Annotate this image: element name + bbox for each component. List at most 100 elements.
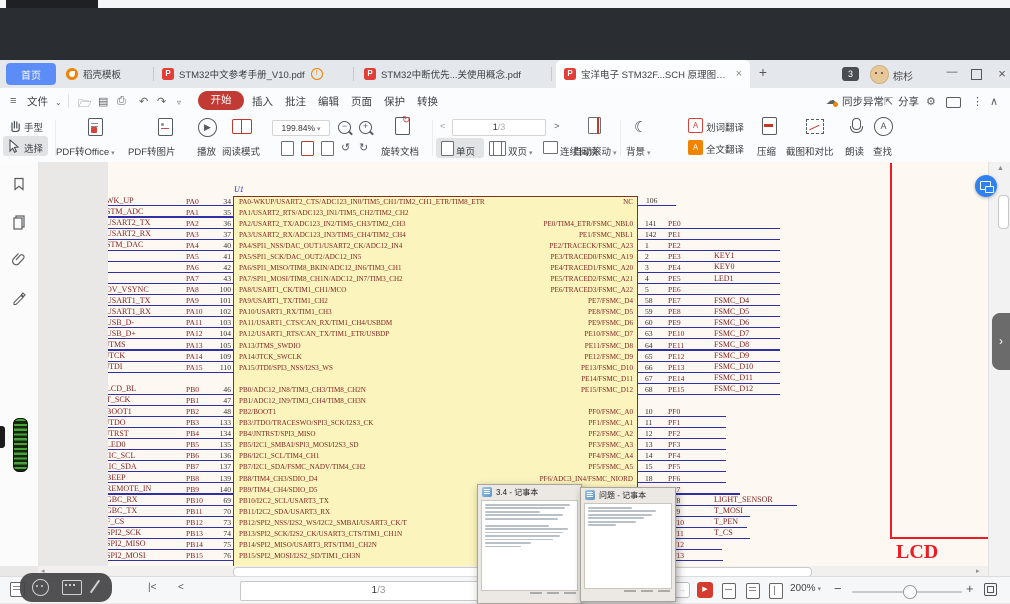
scroll-right-icon[interactable]: ▸ — [976, 567, 980, 575]
side-panel-flyout[interactable]: › — [992, 313, 1010, 370]
screenshot-compare-button[interactable]: 截图和对比 — [786, 144, 834, 158]
find-button[interactable]: 查找 — [873, 144, 892, 158]
compress-button[interactable]: 压缩 — [757, 144, 776, 158]
menu-start[interactable]: 开始 — [198, 91, 244, 110]
play-button[interactable]: ▶ — [697, 582, 713, 598]
pdf-to-image-icon[interactable] — [158, 118, 173, 136]
cloud-sync-icon[interactable]: ☁ — [826, 94, 837, 107]
open-folder-icon[interactable]: 🗁 — [78, 95, 92, 114]
notepad-window[interactable]: 问题 - 记事本 — [580, 487, 676, 602]
fullscreen-icon[interactable] — [984, 583, 997, 596]
scroll-up-icon[interactable]: ▲ — [997, 165, 1004, 172]
menu-item-4[interactable]: 保护 — [384, 94, 405, 109]
chevron-down-icon[interactable]: ⌄ — [55, 98, 62, 107]
zoom-in-icon[interactable]: + — [359, 121, 372, 134]
floating-green-widget[interactable] — [13, 418, 28, 472]
sync-status[interactable]: 同步异常 — [842, 94, 884, 109]
menu-file[interactable]: 文件 — [27, 94, 48, 109]
fit-page-icon[interactable] — [281, 141, 294, 156]
bookmark-icon[interactable] — [11, 176, 27, 192]
pdf-to-office-button[interactable]: PDF转Office ▾ — [56, 144, 115, 158]
undo-icon[interactable]: ↶ — [139, 95, 148, 108]
save-icon[interactable]: ▤ — [98, 95, 108, 108]
single-page-button[interactable]: 单页 — [456, 144, 475, 158]
close-button[interactable]: × — [994, 66, 1010, 81]
full-translate-button[interactable]: 全文翻译 — [706, 142, 744, 156]
notepad-window[interactable]: 3.4 - 记事本 — [477, 484, 582, 604]
prev-page-icon[interactable]: < — [178, 582, 184, 593]
maximize-button[interactable] — [971, 69, 982, 80]
tab-home[interactable]: 首页 — [6, 63, 56, 85]
menu-item-0[interactable]: 插入 — [252, 94, 273, 109]
read-mode-icon[interactable] — [232, 119, 252, 134]
menu-item-5[interactable]: 转换 — [417, 94, 438, 109]
screenshot-compare-icon[interactable] — [806, 119, 824, 134]
fit-width-icon[interactable] — [301, 141, 314, 156]
tab-count-badge[interactable]: 3 — [842, 67, 859, 81]
prev-page-icon[interactable]: < — [440, 121, 446, 132]
select-tool-label[interactable]: 选择 — [24, 141, 43, 155]
vertical-scrollbar-thumb[interactable] — [998, 195, 1009, 229]
fit-width-icon[interactable] — [746, 583, 760, 599]
tab-close-icon[interactable]: × — [736, 68, 742, 80]
auto-scroll-icon[interactable] — [588, 117, 601, 134]
notepad-titlebar[interactable]: 问题 - 记事本 — [581, 488, 675, 502]
tab-docer[interactable]: 稻壳模板 — [58, 60, 152, 88]
continuous-icon[interactable] — [543, 141, 558, 154]
tab-document[interactable]: P宝洋电子 STM32F...SCH 原理图.pdf× — [556, 60, 750, 88]
stamp-sign-icon[interactable] — [11, 290, 27, 306]
toolbar-page-box[interactable]: 1/3 — [452, 119, 546, 136]
background-button[interactable]: 背景 ▾ — [626, 144, 650, 158]
first-page-icon[interactable]: |< — [148, 582, 156, 593]
pdf-to-image-button[interactable]: PDF转图片 — [128, 144, 176, 158]
read-aloud-button[interactable]: 朗读 — [845, 144, 864, 158]
redo-icon[interactable]: ↷ — [157, 95, 166, 108]
menu-item-1[interactable]: 批注 — [285, 94, 306, 109]
read-aloud-icon[interactable] — [852, 118, 861, 130]
minimize-button[interactable]: — — [944, 66, 960, 78]
emoji-icon[interactable] — [32, 579, 49, 596]
statusbar-page-box[interactable]: 1/3 — [240, 581, 517, 601]
compress-icon[interactable] — [762, 117, 777, 135]
zoom-in-button[interactable]: + — [966, 581, 974, 596]
expand-icon[interactable]: ▿ — [177, 98, 181, 107]
menu-item-3[interactable]: 页面 — [351, 94, 372, 109]
zoom-out-button[interactable]: − — [834, 581, 842, 596]
hand-tool-label[interactable]: 手型 — [24, 120, 43, 134]
single-page-icon[interactable] — [441, 141, 454, 156]
collapse-icon[interactable]: ∧ — [990, 95, 998, 108]
notepad-text-area[interactable] — [584, 503, 672, 589]
background-moon-icon[interactable]: ☾ — [634, 118, 647, 136]
read-mode-button[interactable]: 阅读模式 — [222, 144, 260, 158]
share-button[interactable]: 分享 — [898, 94, 919, 109]
rotate-right-icon[interactable]: ↻ — [359, 141, 368, 154]
thumbnails-icon[interactable] — [11, 214, 27, 230]
zoom-level[interactable]: 200% ▾ — [790, 583, 821, 594]
find-icon[interactable]: A — [874, 117, 893, 136]
pdf-to-office-icon[interactable] — [88, 118, 103, 136]
gear-icon[interactable]: ⚙ — [926, 95, 936, 108]
double-page-button[interactable]: 双页 ▾ — [508, 144, 532, 158]
view-forward-icon[interactable]: → — [674, 582, 690, 598]
actual-size-icon[interactable] — [722, 583, 736, 599]
rotate-left-icon[interactable]: ↺ — [341, 141, 350, 154]
keyboard-icon[interactable] — [62, 580, 82, 595]
full-translate-icon[interactable]: A — [688, 140, 703, 155]
fit-height-icon[interactable] — [321, 141, 334, 156]
floating-input-widget[interactable] — [20, 573, 112, 602]
avatar[interactable] — [870, 65, 889, 84]
next-page-icon[interactable]: > — [554, 121, 560, 132]
zoom-slider-knob[interactable] — [903, 585, 917, 599]
hand-tool-icon[interactable] — [8, 118, 22, 132]
attachment-icon[interactable] — [11, 252, 27, 268]
more-icon[interactable]: ⋮ — [972, 95, 983, 108]
continuous-button[interactable]: 连续阅读 — [560, 144, 598, 158]
feedback-icon[interactable] — [946, 97, 961, 108]
zoom-value-box[interactable]: 199.84% ▾ — [272, 120, 330, 136]
tab-document[interactable]: PSTM32中文参考手册_V10.pdf! — [154, 60, 352, 88]
tab-document[interactable]: PSTM32中断优先...关使用概念.pdf — [356, 60, 550, 88]
word-translate-icon[interactable]: A — [688, 118, 703, 133]
translate-float-button[interactable] — [975, 175, 997, 197]
hamburger-icon[interactable]: ≡ — [10, 95, 16, 107]
play-slideshow-icon[interactable]: ▶ — [198, 118, 217, 137]
